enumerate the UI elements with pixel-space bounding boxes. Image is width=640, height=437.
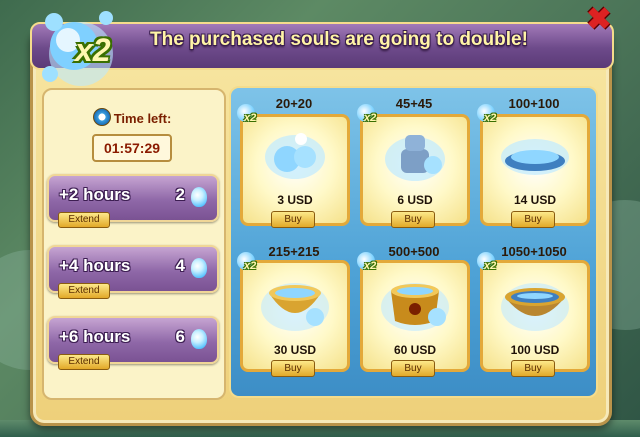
countdown-timer: 01:57:29 bbox=[92, 134, 172, 162]
buy-button-2[interactable]: Buy bbox=[391, 211, 435, 228]
pack-price: 60 USD bbox=[393, 343, 437, 357]
soul-icon bbox=[191, 187, 207, 207]
pack-price: 30 USD bbox=[273, 343, 317, 357]
pack-amount: 500+500 bbox=[388, 244, 440, 259]
extend-cost: 6 bbox=[175, 327, 185, 346]
pack-amount: 100+100 bbox=[508, 96, 560, 111]
pack-card-2[interactable]: 6 USD bbox=[360, 114, 470, 226]
soul-gold-cauldron-icon bbox=[381, 283, 449, 331]
pack-card-4[interactable]: 30 USD bbox=[240, 260, 350, 372]
buy-button-1[interactable]: Buy bbox=[271, 211, 315, 228]
extend-cost: 2 bbox=[175, 185, 185, 204]
extend-button-4h[interactable]: Extend bbox=[58, 283, 110, 299]
extend-cost: 4 bbox=[175, 256, 185, 275]
soul-plate-icon bbox=[501, 139, 569, 175]
soul-bowl-icon bbox=[501, 283, 569, 331]
soul-icon bbox=[191, 258, 207, 278]
extend-duration-label: +6 hours bbox=[59, 327, 131, 346]
buy-button-5[interactable]: Buy bbox=[391, 360, 435, 377]
x2-badge-label: x2 bbox=[364, 260, 377, 272]
soul-icon bbox=[191, 329, 207, 349]
pack-card-6[interactable]: 100 USD bbox=[480, 260, 590, 372]
extend-duration-label: +4 hours bbox=[59, 256, 131, 275]
clock-icon bbox=[92, 108, 111, 126]
soul-jar-stack-icon bbox=[385, 135, 445, 181]
pack-card-3[interactable]: 14 USD bbox=[480, 114, 590, 226]
x2-badge-label: x2 bbox=[364, 112, 377, 124]
time-left-row: Time left: bbox=[46, 108, 218, 128]
soul-gold-pot-icon bbox=[261, 283, 329, 331]
extend-duration-label: +2 hours bbox=[59, 185, 131, 204]
buy-button-3[interactable]: Buy bbox=[511, 211, 555, 228]
pack-card-1[interactable]: 3 USD bbox=[240, 114, 350, 226]
pack-amount: 215+215 bbox=[268, 244, 320, 259]
pack-amount: 20+20 bbox=[275, 96, 313, 111]
soul-bottles-icon bbox=[265, 133, 325, 179]
emblem-x2-label: x2 bbox=[75, 32, 111, 68]
pack-amount: 45+45 bbox=[395, 96, 433, 111]
x2-badge-label: x2 bbox=[244, 260, 257, 272]
buy-button-6[interactable]: Buy bbox=[511, 360, 555, 377]
x2-badge-label: x2 bbox=[244, 112, 257, 124]
time-left-label: Time left: bbox=[113, 111, 172, 126]
buy-button-4[interactable]: Buy bbox=[271, 360, 315, 377]
pack-card-5[interactable]: 60 USD bbox=[360, 260, 470, 372]
x2-badge-label: x2 bbox=[484, 260, 497, 272]
x2-badge-label: x2 bbox=[484, 112, 497, 124]
pack-price: 100 USD bbox=[510, 343, 560, 357]
pack-price: 14 USD bbox=[513, 193, 557, 207]
pack-price: 6 USD bbox=[397, 193, 433, 207]
dialog-title: The purchased souls are going to double! bbox=[150, 29, 528, 50]
close-button[interactable]: ✖ bbox=[584, 5, 614, 36]
pack-amount: 1050+1050 bbox=[501, 244, 567, 259]
extend-button-2h[interactable]: Extend bbox=[58, 212, 110, 228]
extend-button-6h[interactable]: Extend bbox=[58, 354, 110, 370]
pack-price: 3 USD bbox=[277, 193, 313, 207]
